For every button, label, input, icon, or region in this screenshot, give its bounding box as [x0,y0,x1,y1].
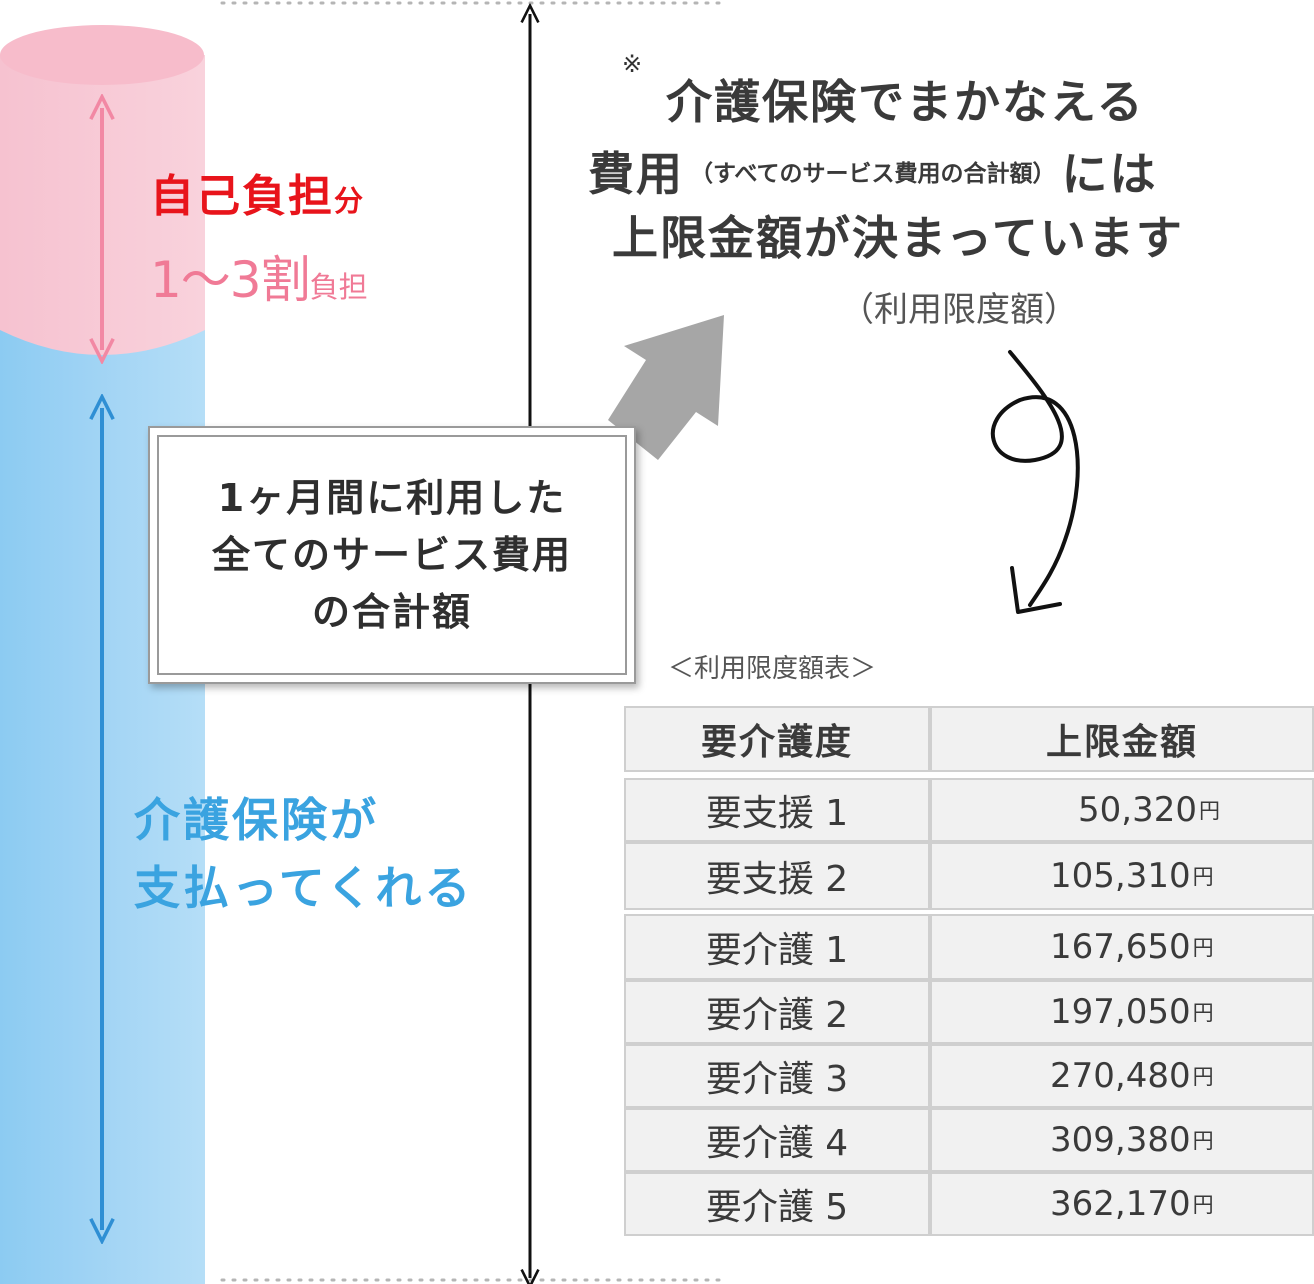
amount-value: 309,380 [1050,1120,1191,1160]
self-share-ratio: 1〜3割負担 [150,240,368,312]
currency-label: 円 [1192,1001,1214,1025]
total-cost-box-inner: 1ヶ月間に利用した 全てのサービス費用 の合計額 [157,435,627,675]
total-cost-line2: 全てのサービス費用 [211,532,572,577]
loop-arrow [990,350,1080,607]
table-row-amount: 197,050 円 [930,980,1314,1044]
table-row-amount: 270,480 円 [930,1044,1314,1108]
table-row-level: 要介護 3 [624,1044,930,1108]
note-mark: ※ [622,50,643,78]
insurance-pays-line2: 支払ってくれる [134,861,474,915]
table-row-level: 要支援 1 [624,778,930,842]
table-header-amount: 上限金額 [930,706,1314,772]
table-row-level: 要介護 4 [624,1108,930,1172]
amount-value: 197,050 [1050,992,1191,1032]
total-cost-line1: 1ヶ月間に利用した [217,475,567,520]
self-share-title: 自己負担分 [150,160,365,224]
limit-table: 要介護度 上限金額 要支援 1 50,320 円 要支援 2 105,310 円 要… [624,706,1314,1236]
table-row-amount: 105,310 円 [930,842,1314,910]
table-row-amount: 362,170 円 [930,1172,1314,1236]
insurance-pays-line1: 介護保険が [134,793,379,847]
table-row-level: 要支援 2 [624,842,930,910]
self-share-ratio-value: 1〜3割 [150,251,311,309]
amount-value: 50,320 [1078,790,1197,830]
table-row-level: 要介護 1 [624,914,930,980]
heading-line3: 上限金額が決まっています [612,211,1184,265]
amount-value: 362,170 [1050,1184,1191,1224]
currency-label: 円 [1192,1193,1214,1217]
currency-label: 円 [1192,865,1214,889]
self-share-title-main: 自己負担 [150,171,334,222]
loop-arrow-head [1010,566,1062,614]
table-row-amount: 309,380 円 [930,1108,1314,1172]
total-cost-box: 1ヶ月間に利用した 全てのサービス費用 の合計額 [148,426,636,684]
amount-value: 105,310 [1050,856,1191,896]
self-share-title-suffix: 分 [334,184,366,218]
currency-label: 円 [1192,1065,1214,1089]
heading-line2-main: 費用 [588,147,684,201]
heading-line1: 介護保険でまかなえる [666,75,1145,129]
amount-value: 167,650 [1050,927,1191,967]
table-row-amount: 167,650 円 [930,914,1314,980]
total-cost-line3: の合計額 [311,589,472,634]
table-row-level: 要介護 5 [624,1172,930,1236]
heading-line2-end: には [1061,147,1158,201]
heading-line2-paren: （すべてのサービス費用の合計額） [690,161,1056,187]
table-row-level: 要介護 2 [624,980,930,1044]
self-share-ratio-suffix: 負担 [309,270,368,304]
currency-label: 円 [1192,1129,1214,1153]
table-caption: ＜利用限度額表＞ [668,654,877,684]
cylinder-cap-ellipse [0,25,204,85]
table-header-level: 要介護度 [624,706,930,772]
heading-line2: 費用 （すべてのサービス費用の合計額） には [588,138,1157,204]
heading-line4: （利用限度額） [840,290,1078,330]
table-row-amount: 50,320 円 [930,778,1314,842]
amount-value: 270,480 [1050,1056,1191,1096]
currency-label: 円 [1192,936,1214,960]
currency-label: 円 [1198,799,1220,823]
